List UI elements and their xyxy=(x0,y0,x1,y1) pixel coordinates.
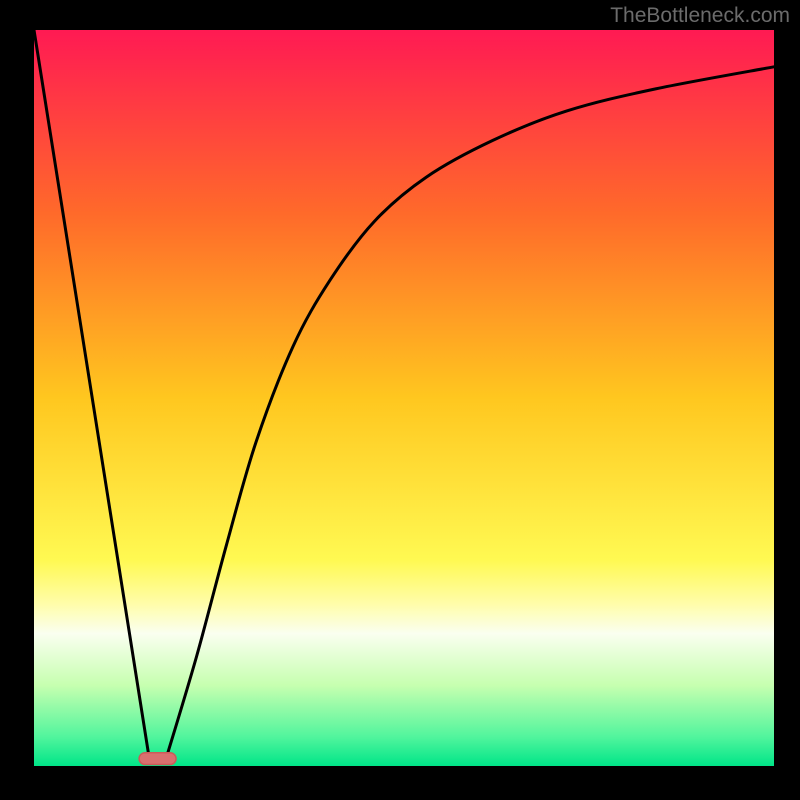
chart-gradient-background xyxy=(34,30,774,766)
bottleneck-marker xyxy=(139,753,176,765)
bottleneck-chart xyxy=(0,0,800,800)
watermark-text: TheBottleneck.com xyxy=(610,4,790,28)
